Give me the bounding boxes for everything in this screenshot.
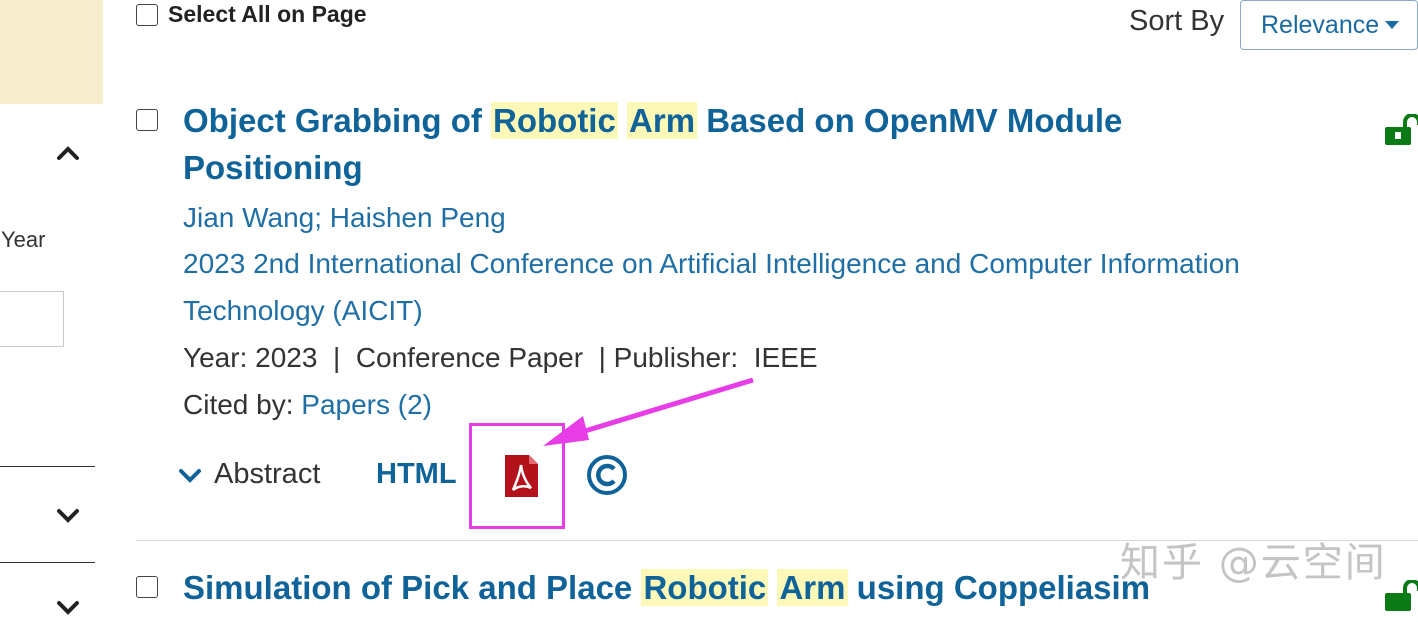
expand-section-button[interactable] xyxy=(50,592,86,622)
title-text: Object Grabbing of xyxy=(183,102,492,139)
venue-link[interactable]: 2023 2nd International Conference on Art… xyxy=(183,240,1383,334)
select-all-control[interactable]: Select All on Page xyxy=(136,1,367,28)
sort-by-label: Sort By xyxy=(1129,5,1225,37)
chevron-down-icon xyxy=(57,601,79,615)
select-all-checkbox[interactable] xyxy=(136,3,158,26)
title-highlight: Arm xyxy=(627,102,698,139)
sidebar-divider xyxy=(0,466,95,467)
sidebar-divider xyxy=(0,562,95,563)
title-highlight: Robotic xyxy=(641,569,769,606)
abstract-toggle[interactable]: Abstract xyxy=(178,458,320,491)
copyright-icon[interactable] xyxy=(586,454,628,501)
watermark-text: 知乎 @云空间 xyxy=(1120,540,1387,586)
chevron-down-icon xyxy=(57,509,79,523)
title-highlight: Arm xyxy=(777,569,848,606)
result-checkbox[interactable] xyxy=(136,109,158,131)
year-label: Year xyxy=(1,227,46,252)
annotation-arrow-icon xyxy=(543,377,754,446)
pdf-icon[interactable] xyxy=(505,455,538,502)
result-title-link[interactable]: Object Grabbing of Robotic Arm Based on … xyxy=(183,97,1363,191)
expand-section-button[interactable] xyxy=(50,500,86,530)
abstract-label: Abstract xyxy=(214,458,321,490)
result-meta: Year: 2023 | Conference Paper | Publishe… xyxy=(183,342,818,373)
title-highlight: Robotic xyxy=(491,102,618,139)
sort-dropdown[interactable]: Relevance xyxy=(1240,0,1418,50)
caret-down-icon xyxy=(1385,20,1400,29)
sidebar-yellow-panel xyxy=(0,0,103,104)
authors-link[interactable]: Jian Wang; Haishen Peng xyxy=(183,194,506,241)
open-access-icon xyxy=(1385,579,1418,617)
chevron-up-icon xyxy=(57,146,79,160)
cited-by-label: Cited by: xyxy=(183,389,302,420)
open-access-icon xyxy=(1385,113,1418,151)
html-link[interactable]: HTML xyxy=(376,458,457,491)
title-text: using Coppeliasim xyxy=(847,569,1151,606)
cited-by-link[interactable]: Papers (2) xyxy=(301,389,432,420)
year-input[interactable] xyxy=(0,291,64,347)
result-title-link[interactable]: Simulation of Pick and Place Robotic Arm… xyxy=(183,564,1150,611)
cited-by-line: Cited by: Papers (2) xyxy=(183,381,432,428)
venue-text: 2023 2nd International Conference on Art… xyxy=(183,248,1240,279)
chevron-down-icon xyxy=(179,468,201,483)
venue-text: Technology (AICIT) xyxy=(183,295,423,326)
result-checkbox[interactable] xyxy=(136,576,158,598)
title-text: Simulation of Pick and Place xyxy=(183,569,642,606)
title-text: Based on OpenMV Module xyxy=(697,102,1123,139)
sort-value: Relevance xyxy=(1261,10,1380,39)
collapse-section-button[interactable] xyxy=(50,138,86,168)
select-all-label: Select All on Page xyxy=(168,1,367,27)
title-text: Positioning xyxy=(183,149,363,186)
